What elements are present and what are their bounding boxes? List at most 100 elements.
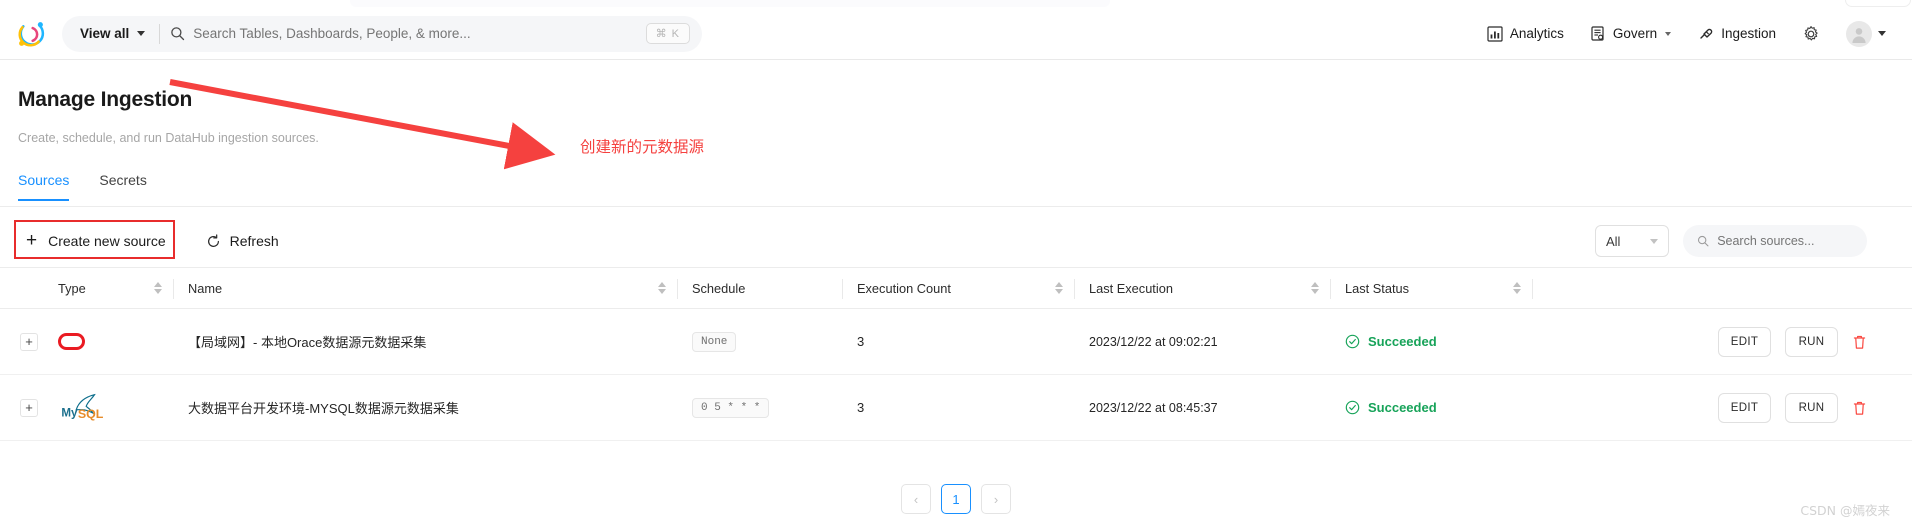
tabs-divider xyxy=(0,206,1912,207)
refresh-button[interactable]: Refresh xyxy=(206,233,279,249)
top-navigation-bar: View all ⌘ K Analytics xyxy=(0,8,1912,60)
table-header-last-execution-label: Last Execution xyxy=(1089,280,1173,296)
chevron-down-icon xyxy=(1878,31,1886,36)
row-last-execution-cell: 2023/12/22 at 09:02:21 xyxy=(1075,309,1331,374)
pagination-next[interactable]: › xyxy=(981,484,1011,514)
row-last-status-cell: Succeeded xyxy=(1331,375,1533,440)
plus-icon: + xyxy=(26,229,38,251)
top-nav-actions: Analytics Govern Ingestion xyxy=(1487,20,1912,47)
row-execution-count-cell: 3 xyxy=(843,309,1075,374)
table-header-name: Name xyxy=(174,268,678,308)
search-sources-box[interactable] xyxy=(1683,225,1867,257)
annotation-text: 创建新的元数据源 xyxy=(580,138,705,156)
view-all-dropdown[interactable]: View all xyxy=(76,26,157,41)
delete-button[interactable] xyxy=(1852,334,1867,350)
row-execution-count-cell: 3 xyxy=(843,375,1075,440)
datahub-logo-icon xyxy=(18,21,45,46)
mysql-icon: My SQL xyxy=(61,393,104,420)
table-row[interactable]: + 【局域网】- 本地Orace数据源元数据采集 None 3 2023/12/… xyxy=(0,309,1912,375)
trash-icon xyxy=(1853,335,1866,349)
nav-ingestion[interactable]: Ingestion xyxy=(1697,25,1776,42)
nav-settings[interactable] xyxy=(1802,25,1820,43)
user-avatar-icon xyxy=(1852,27,1866,43)
sort-last-execution[interactable] xyxy=(1311,282,1319,294)
oracle-icon xyxy=(58,333,85,350)
search-keyboard-shortcut: ⌘ K xyxy=(645,23,690,44)
create-new-source-button[interactable]: + Create new source xyxy=(26,229,166,251)
sort-execution-count[interactable] xyxy=(1055,282,1063,294)
ingestion-sources-table: Type Name Schedule Execution Count Last … xyxy=(0,267,1912,441)
last-execution-value: 2023/12/22 at 09:02:21 xyxy=(1089,334,1218,349)
row-expander-cell: + xyxy=(0,309,44,374)
status-badge: Succeeded xyxy=(1345,400,1437,415)
expand-row-button[interactable]: + xyxy=(20,332,38,351)
pagination-page-1[interactable]: 1 xyxy=(941,484,971,514)
sort-type[interactable] xyxy=(154,282,162,294)
chevron-down-icon xyxy=(1650,238,1658,244)
search-sources-input[interactable] xyxy=(1717,234,1853,248)
view-all-label: View all xyxy=(80,26,130,41)
refresh-label: Refresh xyxy=(229,233,279,249)
row-actions-cell: EDIT RUN xyxy=(1533,309,1912,374)
edit-button[interactable]: EDIT xyxy=(1718,392,1771,423)
avatar xyxy=(1846,20,1872,47)
search-input[interactable] xyxy=(193,26,646,41)
run-button[interactable]: RUN xyxy=(1785,392,1838,423)
svg-text:SQL: SQL xyxy=(78,406,104,420)
row-last-execution-cell: 2023/12/22 at 08:45:37 xyxy=(1075,375,1331,440)
edit-button[interactable]: EDIT xyxy=(1718,326,1771,357)
table-header-expand xyxy=(0,268,44,308)
sort-name[interactable] xyxy=(658,282,666,294)
table-header-last-status: Last Status xyxy=(1331,268,1533,308)
browser-chrome-tab-cap xyxy=(1845,0,1911,7)
execution-count-value: 3 xyxy=(857,400,865,415)
chevron-down-icon xyxy=(137,31,146,36)
tab-secrets[interactable]: Secrets xyxy=(99,172,146,201)
table-header-execution-count-label: Execution Count xyxy=(857,280,951,296)
schedule-badge: 0 5 * * * xyxy=(692,397,770,418)
nav-govern[interactable]: Govern xyxy=(1590,25,1672,42)
status-label: Succeeded xyxy=(1368,400,1437,415)
chevron-down-icon xyxy=(1665,31,1672,36)
pagination-prev[interactable]: ‹ xyxy=(901,484,931,514)
page-title: Manage Ingestion xyxy=(18,88,193,111)
source-type-filter-value: All xyxy=(1606,233,1621,249)
ingestion-tabs: Sources Secrets xyxy=(18,172,147,201)
tab-sources[interactable]: Sources xyxy=(18,172,70,201)
sort-last-status[interactable] xyxy=(1513,282,1521,294)
search-divider xyxy=(159,23,161,44)
annotation-arrow xyxy=(169,79,556,170)
expand-row-button[interactable]: + xyxy=(20,398,38,417)
table-header-schedule: Schedule xyxy=(678,268,843,308)
search-icon xyxy=(171,27,185,41)
source-type-filter[interactable]: All xyxy=(1595,225,1669,257)
run-button[interactable]: RUN xyxy=(1785,326,1838,357)
nav-analytics[interactable]: Analytics xyxy=(1487,25,1564,42)
create-new-source-label: Create new source xyxy=(48,233,166,249)
plug-icon xyxy=(1700,28,1713,39)
user-menu[interactable] xyxy=(1846,20,1886,47)
check-circle-icon xyxy=(1345,334,1360,349)
row-actions-cell: EDIT RUN xyxy=(1533,375,1912,440)
source-name: 【局域网】- 本地Orace数据源元数据采集 xyxy=(188,335,427,350)
table-header-type-label: Type xyxy=(58,280,86,296)
datahub-logo-link[interactable] xyxy=(0,17,62,51)
search-icon xyxy=(1697,235,1709,247)
row-type-cell xyxy=(44,309,174,374)
table-header-type: Type xyxy=(44,268,174,308)
delete-button[interactable] xyxy=(1852,400,1867,416)
pagination: ‹ 1 › xyxy=(0,484,1912,514)
sources-toolbar: + Create new source Refresh All xyxy=(0,215,1912,267)
table-row[interactable]: + My SQL 大数据平台开发环境-MYSQL数据源元数据采集 0 5 * *… xyxy=(0,375,1912,441)
status-label: Succeeded xyxy=(1368,334,1437,349)
row-name-cell: 大数据平台开发环境-MYSQL数据源元数据采集 xyxy=(174,375,678,440)
source-name: 大数据平台开发环境-MYSQL数据源元数据采集 xyxy=(188,401,459,416)
row-type-cell: My SQL xyxy=(44,375,174,440)
table-header-row: Type Name Schedule Execution Count Last … xyxy=(0,267,1912,309)
refresh-icon xyxy=(207,233,219,247)
gear-icon xyxy=(1804,25,1818,40)
global-search-bar[interactable]: View all ⌘ K xyxy=(62,15,702,52)
row-expander-cell: + xyxy=(0,375,44,440)
nav-analytics-label: Analytics xyxy=(1509,26,1564,41)
table-header-last-execution: Last Execution xyxy=(1075,268,1331,308)
